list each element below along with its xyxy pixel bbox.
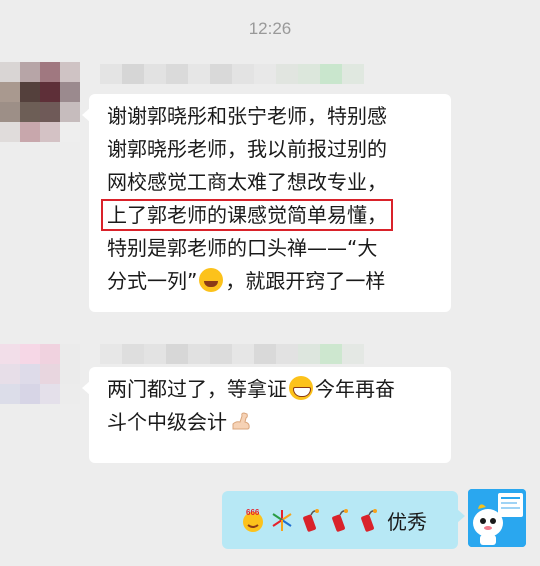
- message-line: 谢谢郭晓彤和张宁老师，特别感: [107, 104, 387, 128]
- firecracker-icon: [332, 509, 348, 532]
- message-line: 分式一列” ，就跟开窍了一样: [107, 268, 386, 293]
- mascot-icon: [468, 489, 526, 547]
- my-avatar[interactable]: [468, 489, 526, 547]
- highlighted-line: 上了郭老师的课感觉简单易懂，: [101, 199, 435, 232]
- message-line: 谢郭晓彤老师，我以前报过别的: [107, 137, 387, 161]
- self-message-bubble[interactable]: 666 优秀: [222, 491, 465, 549]
- red-highlight-box: 上了郭老师的课感觉简单易懂，: [101, 199, 393, 231]
- firecracker-icon: [303, 509, 319, 532]
- message-bubble[interactable]: 两门都过了，等拿证 今年再奋 斗个中级会计: [82, 367, 451, 463]
- muscle-arm-icon: [232, 412, 250, 430]
- firecracker-icon: [361, 509, 377, 532]
- message-bubble[interactable]: 谢谢郭晓彤和张宁老师，特别感 谢郭晓彤老师，我以前报过别的 网校感觉工商太难了想…: [82, 94, 451, 312]
- message-line: 斗个中级会计: [107, 406, 435, 439]
- avatar[interactable]: [0, 62, 80, 142]
- message-line: 两门都过了，等拿证 今年再奋: [107, 376, 395, 401]
- timestamp: 12:26: [248, 19, 292, 38]
- firework-icon: [272, 510, 292, 531]
- 666-icon: 666: [243, 508, 263, 532]
- laughing-tears-icon: [199, 268, 224, 292]
- svg-text:666: 666: [246, 508, 260, 517]
- avatar[interactable]: [0, 344, 80, 404]
- message-line: 特别是郭老师的口头禅——“大: [107, 236, 378, 260]
- sender-name-blurred: [100, 344, 364, 364]
- message-text: 优秀: [387, 509, 427, 534]
- grin-icon: [289, 376, 313, 400]
- message-line: 网校感觉工商太难了想改专业，: [107, 170, 387, 194]
- sender-name-blurred: [100, 64, 364, 84]
